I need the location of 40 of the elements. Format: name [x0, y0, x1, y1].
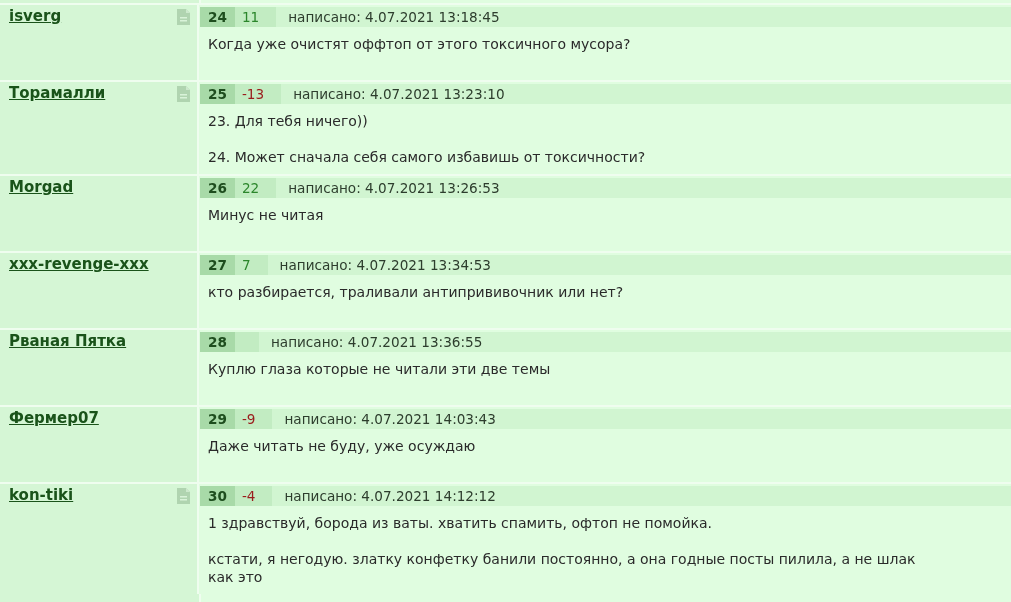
post-text: Куплю глаза которые не читали эти две темы	[208, 360, 552, 378]
document-icon[interactable]	[177, 488, 190, 504]
post-date: написано: 4.07.2021 13:34:53	[278, 256, 491, 275]
post-date: написано: 4.07.2021 13:26:53	[287, 179, 500, 198]
post-text: 23. Для тебя ничего))	[208, 112, 369, 130]
post-text: кстати, я негодую. златку конфетку банили постоянно, а она годные посты пилила, а не шлак как это	[208, 550, 917, 586]
post-number[interactable]: 29	[200, 409, 235, 429]
author-link[interactable]: Рваная Пятка	[9, 332, 127, 351]
post-number[interactable]: 25	[200, 84, 235, 104]
post-rating: 22	[234, 178, 277, 198]
post-date: написано: 4.07.2021 14:12:12	[283, 487, 496, 506]
post-rating: -4	[234, 486, 273, 506]
author-link[interactable]: kon-tiki	[9, 486, 74, 505]
post-rating: -13	[234, 84, 282, 104]
post-text: 1 здравствуй, борода из ваты. хватить спамить, офтоп не помойка.	[208, 514, 713, 532]
post-number[interactable]: 26	[200, 178, 235, 198]
document-icon[interactable]	[177, 86, 190, 102]
post-text: кто разбирается, траливали антипрививочник или нет?	[208, 283, 625, 301]
document-icon[interactable]	[177, 9, 190, 25]
post-text: Минус не читая	[208, 206, 325, 224]
post-date: написано: 4.07.2021 13:18:45	[287, 8, 500, 27]
post-number[interactable]: 30	[200, 486, 235, 506]
post-text: Когда уже очистят оффтоп от этого токсичного мусора?	[208, 35, 632, 53]
author-link[interactable]: isverg	[9, 7, 62, 26]
post-date: написано: 4.07.2021 14:03:43	[283, 410, 496, 429]
post-number[interactable]: 24	[200, 7, 235, 27]
post-number[interactable]: 28	[200, 332, 235, 352]
post-rating: 11	[234, 7, 277, 27]
post-rating	[234, 332, 259, 352]
author-link[interactable]: Торамалли	[9, 84, 106, 103]
post-rating: -9	[234, 409, 273, 429]
post-text: Даже читать не буду, уже осуждаю	[208, 437, 477, 455]
post-text: 24. Может сначала себя самого избавишь от токсичности?	[208, 148, 647, 166]
post-rating: 7	[234, 255, 268, 275]
author-link[interactable]: Morgad	[9, 178, 74, 197]
post-date: написано: 4.07.2021 13:36:55	[269, 333, 483, 352]
post-date: написано: 4.07.2021 13:23:10	[292, 85, 505, 104]
post-number[interactable]: 27	[200, 255, 235, 275]
author-link[interactable]: xxx-revenge-xxx	[9, 255, 149, 274]
author-link[interactable]: Фермер07	[9, 409, 99, 428]
